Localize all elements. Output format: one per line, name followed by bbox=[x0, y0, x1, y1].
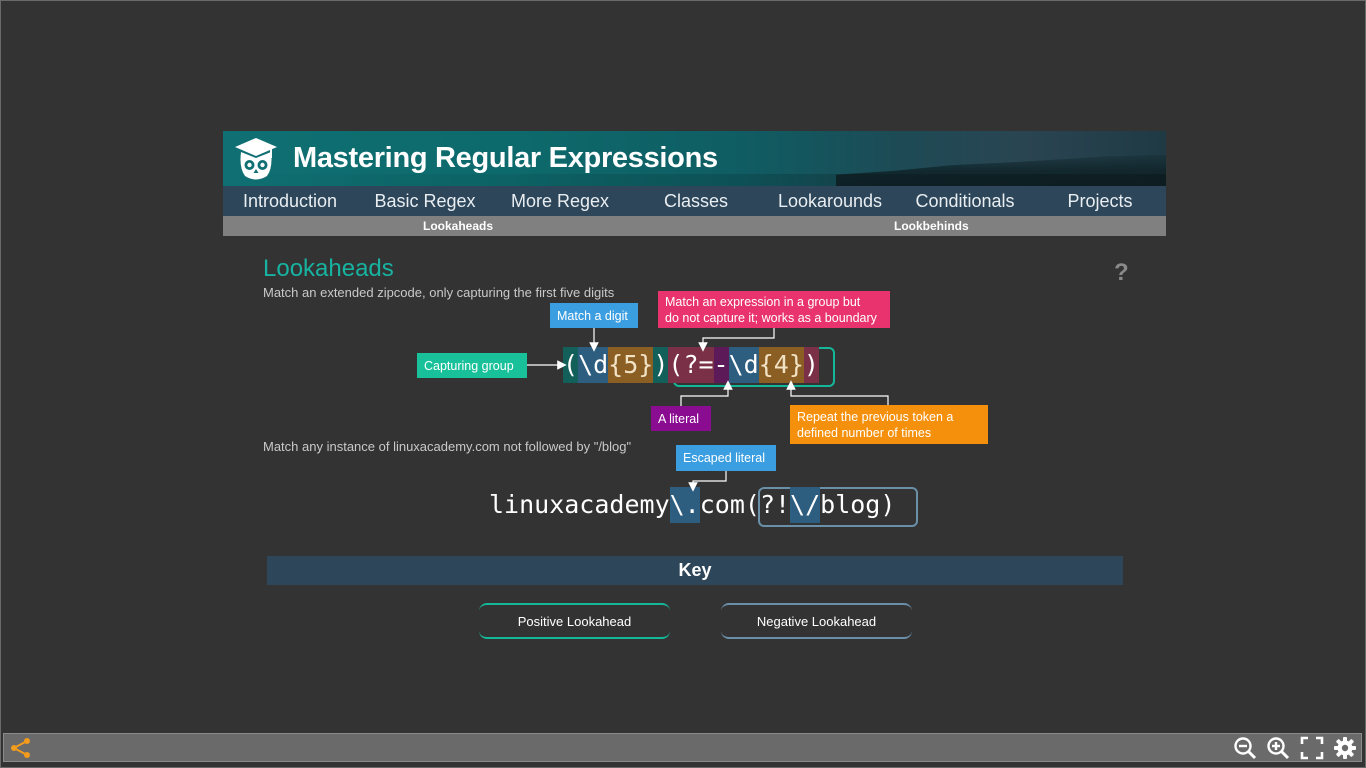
fullscreen-icon[interactable] bbox=[1300, 736, 1324, 760]
nav-item-projects[interactable]: Projects bbox=[1045, 186, 1155, 216]
sub-nav: Lookaheads Lookbehinds bbox=[223, 216, 1166, 236]
nav-item-introduction[interactable]: Introduction bbox=[233, 186, 347, 216]
zoom-out-icon[interactable] bbox=[1233, 736, 1257, 760]
regex-token-escaped-slash: \/ bbox=[790, 487, 821, 523]
slide: Mastering Regular Expressions Introducti… bbox=[223, 131, 1166, 691]
key-header: Key bbox=[267, 556, 1123, 585]
nav-item-more-regex[interactable]: More Regex bbox=[503, 186, 617, 216]
callout-repeat-token: Repeat the previous token a defined numb… bbox=[790, 405, 988, 444]
regex-token-digit: \d bbox=[728, 347, 759, 383]
nav-item-lookarounds[interactable]: Lookarounds bbox=[771, 186, 889, 216]
callout-escaped-literal: Escaped literal bbox=[676, 445, 776, 471]
zoom-in-icon[interactable] bbox=[1266, 736, 1290, 760]
subnav-item-lookaheads[interactable]: Lookaheads bbox=[423, 216, 493, 236]
callout-match-digit: Match a digit bbox=[550, 303, 638, 328]
key-negative-lookahead: Negative Lookahead bbox=[721, 603, 912, 639]
regex-token-text: blog) bbox=[820, 490, 896, 519]
settings-gear-icon[interactable] bbox=[1333, 736, 1357, 760]
zipcode-regex: (\d{5})(?=-\d{4}) bbox=[563, 347, 819, 383]
callout-literal: A literal bbox=[651, 406, 711, 431]
regex-token-digit: \d bbox=[578, 347, 609, 383]
regex-token-text: linuxacademy bbox=[489, 490, 670, 519]
regex-token-close-group: ) bbox=[653, 347, 669, 383]
app-title: Mastering Regular Expressions bbox=[293, 142, 718, 174]
nav-item-basic-regex[interactable]: Basic Regex bbox=[367, 186, 483, 216]
main-nav: Introduction Basic Regex More Regex Clas… bbox=[223, 186, 1166, 216]
key-positive-lookahead: Positive Lookahead bbox=[479, 603, 670, 639]
nav-item-classes[interactable]: Classes bbox=[641, 186, 751, 216]
share-icon[interactable] bbox=[9, 736, 33, 760]
domain-regex: linuxacademy\.com(?!\/blog) bbox=[489, 487, 895, 523]
regex-token-literal: - bbox=[713, 347, 729, 383]
header-banner: Mastering Regular Expressions bbox=[223, 131, 1166, 186]
help-icon[interactable]: ? bbox=[1114, 259, 1129, 287]
regex-token-lookahead-open: (?= bbox=[668, 347, 714, 383]
regex-token-lookahead-close: ) bbox=[803, 347, 819, 383]
regex-token-open-group: ( bbox=[563, 347, 579, 383]
subnav-item-lookbehinds[interactable]: Lookbehinds bbox=[894, 216, 969, 236]
viewer-toolbar bbox=[3, 733, 1362, 762]
owl-logo-icon bbox=[235, 138, 277, 180]
example-2-description: Match any instance of linuxacademy.com n… bbox=[263, 439, 632, 454]
regex-token-quantifier: {5} bbox=[608, 347, 654, 383]
regex-token-quantifier: {4} bbox=[758, 347, 804, 383]
nav-item-conditionals[interactable]: Conditionals bbox=[907, 186, 1023, 216]
example-1-description: Match an extended zipcode, only capturin… bbox=[263, 285, 615, 300]
callout-capturing-group: Capturing group bbox=[417, 353, 527, 378]
regex-token-negative-lookahead-open: (?! bbox=[744, 490, 791, 519]
regex-token-escaped-dot: \. bbox=[669, 487, 700, 523]
callout-lookahead-group: Match an expression in a group but do no… bbox=[658, 291, 890, 328]
regex-token-text: com bbox=[699, 490, 745, 519]
page-title: Lookaheads bbox=[263, 255, 394, 282]
